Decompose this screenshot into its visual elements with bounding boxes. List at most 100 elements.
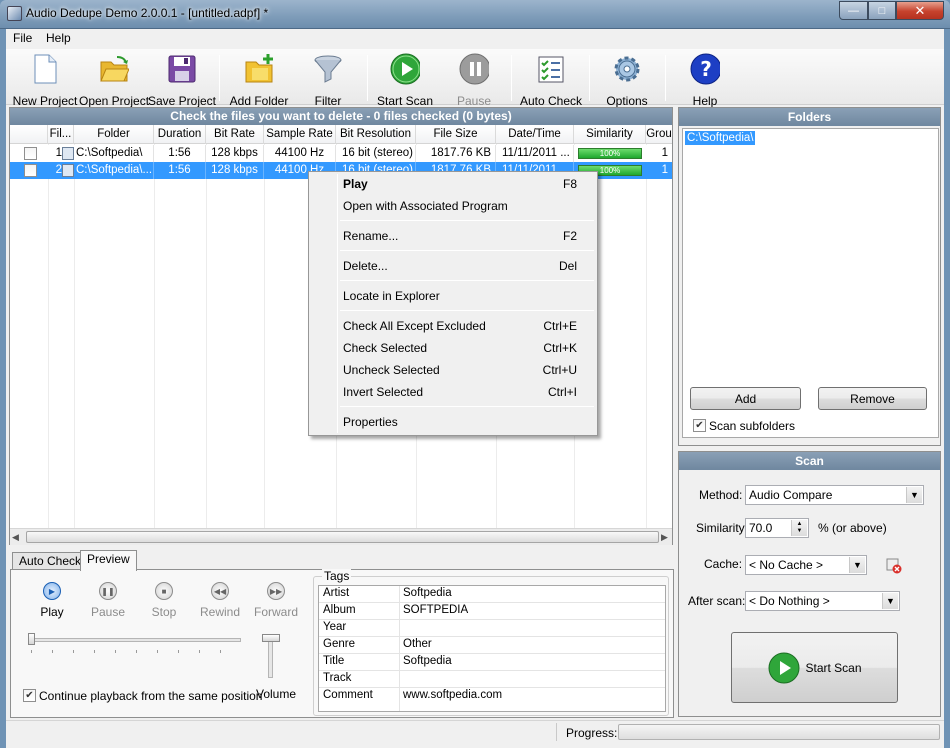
column-date[interactable]: Date/Time xyxy=(496,125,574,144)
column-checkbox[interactable] xyxy=(10,125,48,144)
grid-line xyxy=(646,144,647,530)
column-similarity[interactable]: Similarity xyxy=(574,125,646,144)
row-number: 1 xyxy=(55,147,62,159)
menu-item-properties[interactable]: Properties xyxy=(311,411,595,433)
menu-item-uncheck-selected[interactable]: Uncheck Selected Ctrl+U xyxy=(311,359,595,381)
preview-play-button[interactable]: ▶ Play xyxy=(24,582,80,619)
options-button[interactable]: Options xyxy=(594,51,660,108)
clear-cache-icon[interactable] xyxy=(886,558,902,574)
preview-pause-button[interactable]: ❚❚ Pause xyxy=(80,582,136,619)
after-scan-select[interactable]: < Do Nothing > ▼ xyxy=(745,591,900,611)
folder-list-item[interactable]: C:\Softpedia\ xyxy=(685,131,756,145)
continue-playback-checkbox[interactable]: ✔ xyxy=(23,689,36,702)
add-folder-button[interactable]: Add Folder xyxy=(225,51,293,108)
scan-title: Scan xyxy=(679,452,940,470)
method-label: Method: xyxy=(699,488,743,502)
similarity-spinner[interactable]: 70.0 ▲ ▼ xyxy=(745,518,809,538)
tab-auto-check[interactable]: Auto Check xyxy=(12,552,89,570)
progress-label: Progress: xyxy=(566,726,618,740)
progress-bar xyxy=(618,724,940,740)
cache-label: Cache: xyxy=(704,557,743,571)
minimize-button[interactable]: — xyxy=(839,1,868,20)
row-checkbox[interactable] xyxy=(24,164,37,177)
column-file[interactable]: Fil... xyxy=(48,125,74,144)
filter-button[interactable]: Filter xyxy=(295,51,361,108)
folders-panel: Folders C:\Softpedia\ Add Remove ✔ Scan … xyxy=(678,107,941,446)
remove-folder-button[interactable]: Remove xyxy=(818,387,927,410)
scroll-right-arrow-icon[interactable]: ▶ xyxy=(661,532,668,543)
method-select[interactable]: Audio Compare ▼ xyxy=(745,485,924,505)
scan-subfolders-checkbox[interactable]: ✔ xyxy=(693,419,706,432)
tag-row[interactable]: Artist Softpedia xyxy=(319,586,665,603)
folders-title: Folders xyxy=(679,108,940,126)
toolbar-separator xyxy=(665,55,666,101)
scroll-left-arrow-icon[interactable]: ◀ xyxy=(12,532,19,543)
volume-slider-thumb[interactable] xyxy=(262,634,280,642)
preview-stop-button[interactable]: ■ Stop xyxy=(136,582,192,619)
start-scan-label: Start Scan xyxy=(805,660,862,675)
menu-item-rename[interactable]: Rename... F2 xyxy=(311,225,595,247)
tag-row[interactable]: Title Softpedia xyxy=(319,654,665,671)
column-bitrate[interactable]: Bit Rate xyxy=(206,125,264,144)
scrollbar-thumb[interactable] xyxy=(26,531,659,543)
grid-line xyxy=(264,144,265,530)
menu-file[interactable]: File xyxy=(9,31,36,45)
maximize-button[interactable]: □ xyxy=(868,1,896,20)
play-icon xyxy=(390,53,420,85)
tag-row[interactable]: Comment www.softpedia.com xyxy=(319,688,665,705)
help-button[interactable]: ? Help xyxy=(670,51,740,108)
column-duration[interactable]: Duration xyxy=(154,125,206,144)
context-menu: Play F8 Open with Associated Program Rena… xyxy=(308,171,598,436)
column-size[interactable]: File Size xyxy=(416,125,496,144)
menu-item-check-selected[interactable]: Check Selected Ctrl+K xyxy=(311,337,595,359)
forward-icon: ▶▶ xyxy=(267,582,285,600)
tag-row[interactable]: Genre Other xyxy=(319,637,665,654)
start-scan-button[interactable]: Start Scan xyxy=(372,51,438,108)
pause-icon: ❚❚ xyxy=(99,582,117,600)
column-folder[interactable]: Folder xyxy=(74,125,154,144)
tag-row[interactable]: Album SOFTPEDIA xyxy=(319,603,665,620)
menu-item-delete[interactable]: Delete... Del xyxy=(311,255,595,277)
cell-group: 1 xyxy=(661,164,668,176)
menu-help[interactable]: Help xyxy=(42,31,75,45)
bottom-tabs: Auto Check Preview xyxy=(10,550,674,571)
column-resolution[interactable]: Bit Resolution xyxy=(336,125,416,144)
new-project-button[interactable]: New Project xyxy=(10,51,80,108)
floppy-disk-icon xyxy=(167,54,197,84)
position-slider-track[interactable] xyxy=(29,638,241,642)
menu-item-check-all-except-excluded[interactable]: Check All Except Excluded Ctrl+E xyxy=(311,315,595,337)
after-scan-label: After scan: xyxy=(688,594,746,608)
similarity-label: Similarity: xyxy=(696,521,749,535)
pause-button[interactable]: Pause xyxy=(441,51,507,108)
preview-rewind-button[interactable]: ◀◀ Rewind xyxy=(192,582,248,619)
menu-item-invert-selected[interactable]: Invert Selected Ctrl+I xyxy=(311,381,595,403)
checklist-icon xyxy=(536,54,566,84)
cache-select[interactable]: < No Cache > ▼ xyxy=(745,555,867,575)
tag-row[interactable]: Year xyxy=(319,620,665,637)
start-scan-big-button[interactable]: Start Scan xyxy=(731,632,898,703)
column-group[interactable]: Grou xyxy=(646,125,672,144)
position-slider-thumb[interactable] xyxy=(28,633,35,645)
toolbar-separator xyxy=(219,55,220,101)
tab-preview[interactable]: Preview xyxy=(80,550,137,571)
title-bar[interactable]: Audio Dedupe Demo 2.0.0.1 - [untitled.ad… xyxy=(0,0,950,29)
auto-check-button[interactable]: Auto Check xyxy=(516,51,586,108)
spinner-arrows-icon[interactable]: ▲ ▼ xyxy=(791,520,807,536)
row-checkbox[interactable] xyxy=(24,147,37,160)
open-project-button[interactable]: Open Project xyxy=(79,51,149,108)
tag-row[interactable]: Track xyxy=(319,671,665,688)
close-button[interactable]: ✕ xyxy=(896,1,944,20)
preview-forward-button[interactable]: ▶▶ Forward xyxy=(248,582,304,619)
table-row[interactable]: 1 C:\Softpedia\ 1:56 128 kbps 44100 Hz 1… xyxy=(10,145,672,162)
horizontal-scrollbar[interactable]: ◀ ▶ xyxy=(10,528,672,545)
cell-bitrate: 128 kbps xyxy=(206,145,264,162)
save-project-button[interactable]: Save Project xyxy=(148,51,216,108)
audio-file-icon xyxy=(62,164,74,177)
column-samplerate[interactable]: Sample Rate xyxy=(264,125,336,144)
menu-item-open-with[interactable]: Open with Associated Program xyxy=(311,195,595,217)
menu-item-play[interactable]: Play F8 xyxy=(311,173,595,195)
cell-folder: C:\Softpedia\... xyxy=(76,162,154,179)
menu-item-locate[interactable]: Locate in Explorer xyxy=(311,285,595,307)
add-folder-button[interactable]: Add xyxy=(690,387,801,410)
row-number: 2 xyxy=(55,164,62,176)
